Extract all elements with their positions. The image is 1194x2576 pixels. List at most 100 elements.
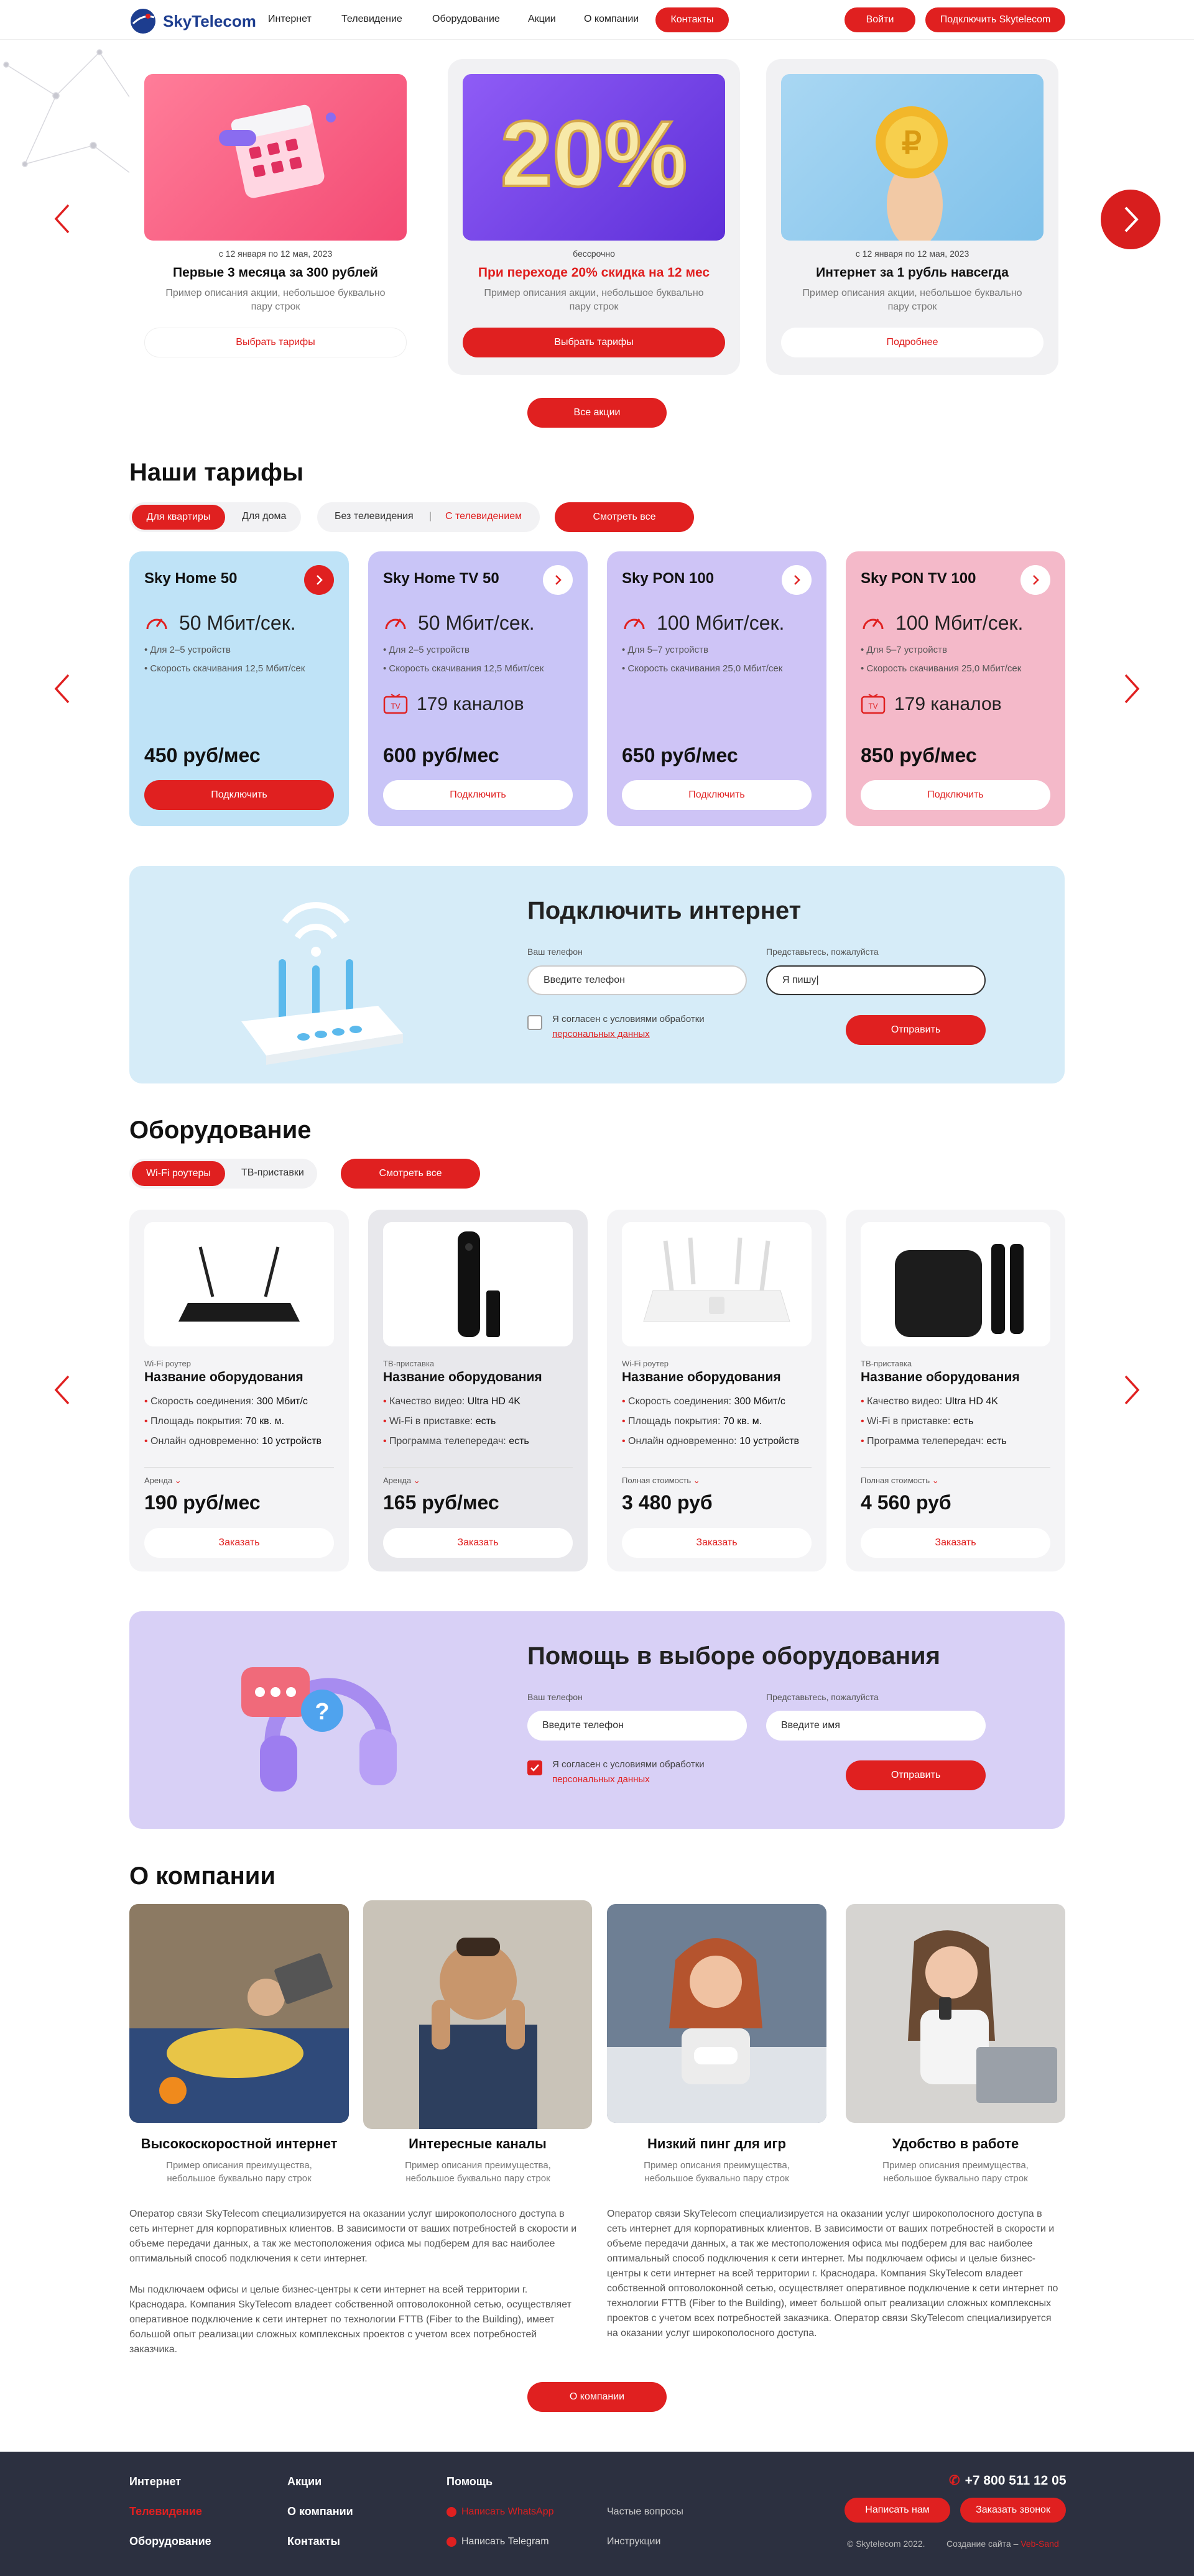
footer-link-promos[interactable]: Акции [287,2475,322,2488]
consent-link[interactable]: персональных данных [552,1774,650,1785]
footer-faq-link[interactable]: Частые вопросы [607,2506,683,2518]
company-card-title: Удобство в работе [892,2136,1019,2151]
logo[interactable]: SkyTelecom [129,7,256,35]
name-input[interactable]: Я пишу| [766,965,986,995]
price-type-dropdown[interactable]: Аренда ⌄ [144,1476,182,1486]
svg-text:TV: TV [391,702,400,711]
equipment-order-button[interactable]: Заказать [383,1528,573,1558]
tariffs-next-arrow[interactable] [1119,670,1144,707]
tariff-connect-button[interactable]: Подключить [383,780,573,810]
equipment-order-button[interactable]: Заказать [861,1528,1050,1558]
promo-prev-arrow[interactable] [50,200,75,237]
nav-internet[interactable]: Интернет [268,14,312,25]
tab-house[interactable]: Для дома [242,511,286,522]
tab-no-tv[interactable]: Без телевидения [335,511,414,522]
footer-link-equipment[interactable]: Оборудование [129,2535,211,2548]
company-card-title: Интересные каналы [409,2136,547,2151]
name-input[interactable]: Введите имя [766,1711,986,1741]
tariff-open-button[interactable] [304,565,334,595]
footer-link-about[interactable]: О компании [287,2505,353,2518]
login-button[interactable]: Войти [845,7,915,32]
tab-wifi-routers[interactable]: Wi-Fi роутеры [132,1161,225,1186]
equipment-image-router [144,1222,334,1346]
tab-with-tv[interactable]: С телевидением [445,511,522,522]
promo-details-button[interactable]: Подробнее [781,328,1044,357]
equipment-spec: • Качество видео: Ultra HD 4K [383,1396,521,1407]
equipment-name: Название оборудования [861,1370,1020,1384]
about-company-button[interactable]: О компании [527,2382,667,2412]
tariff-card: Sky Home TV 50 50 Мбит/сек. • Для 2–5 ус… [368,551,588,826]
promo-select-tariffs-button[interactable]: Выбрать тарифы [144,328,407,357]
footer-help-heading: Помощь [447,2475,493,2488]
price-type-dropdown[interactable]: Аренда ⌄ [383,1476,420,1486]
tariff-open-button[interactable] [782,565,812,595]
promo-next-button[interactable] [1101,190,1160,249]
svg-text:₽: ₽ [902,126,922,160]
connect-skytelecom-button[interactable]: Подключить Skytelecom [925,7,1065,32]
footer-call-button[interactable]: Заказать звонок [960,2498,1066,2523]
connect-submit-button[interactable]: Отправить [846,1015,986,1045]
consent-checkbox-checked[interactable] [527,1760,542,1775]
equipment-next-arrow[interactable] [1119,1371,1144,1409]
speedometer-icon [624,619,645,630]
tariff-price: 600 руб/мес [383,744,499,766]
equipment-title: Оборудование [129,1116,312,1144]
promo-image-discount: 20% [463,74,725,241]
tariff-open-button[interactable] [543,565,573,595]
equipment-prev-arrow[interactable] [50,1371,75,1409]
equipment-spec: • Wi-Fi в приставке: есть [861,1416,974,1427]
footer-write-button[interactable]: Написать нам [845,2498,950,2523]
tab-flat[interactable]: Для квартиры [132,505,225,530]
footer-instructions-link[interactable]: Инструкции [607,2536,660,2547]
price-type-dropdown[interactable]: Полная стоимость ⌄ [861,1476,939,1486]
nav-contacts-button[interactable]: Контакты [655,7,729,32]
company-card-title: Высокоскоростной интернет [141,2136,338,2151]
tariff-open-button[interactable] [1020,565,1050,595]
phone-input[interactable]: Введите телефон [527,1711,747,1741]
tariffs-prev-arrow[interactable] [50,670,75,707]
tariffs-see-all-button[interactable]: Смотреть все [555,502,694,532]
footer-phone[interactable]: ✆ +7 800 511 12 05 [949,2473,1067,2488]
nav-about[interactable]: О компании [584,14,639,25]
footer-whatsapp-link[interactable]: Написать WhatsApp [447,2506,554,2518]
chevron-right-icon [794,575,800,585]
phone-input[interactable]: Введите телефон [527,965,747,995]
tariff-channels: TV 179 каналов [861,693,1002,715]
logo-text: SkyTelecom [163,11,256,30]
footer-link-internet[interactable]: Интернет [129,2475,181,2488]
footer-dev-link[interactable]: Veb-Sand [1020,2539,1059,2549]
help-submit-button[interactable]: Отправить [846,1760,986,1790]
nav-tv[interactable]: Телевидение [341,14,402,25]
promo-select-tariffs-button[interactable]: Выбрать тарифы [463,328,725,357]
equipment-order-button[interactable]: Заказать [622,1528,812,1558]
company-photo-laptop-sofa [129,1904,349,2123]
nav-equipment[interactable]: Оборудование [432,14,500,25]
tariff-feature: • Скорость скачивания 25,0 Мбит/сек [861,663,1022,674]
equipment-order-button[interactable]: Заказать [144,1528,334,1558]
price-type-dropdown[interactable]: Полная стоимость ⌄ [622,1476,700,1486]
telegram-icon [447,2537,456,2547]
consent-checkbox[interactable] [527,1015,542,1030]
tv-icon: TV [383,694,408,714]
equipment-name: Название оборудования [144,1370,303,1384]
tariff-connect-button[interactable]: Подключить [144,780,334,810]
company-card-desc: Пример описания преимущества, небольшое … [882,2160,1029,2184]
promo-image-calendar [144,74,407,241]
tariff-feature: • Для 2–5 устройств [144,645,231,655]
tab-tv-boxes[interactable]: ТВ-приставки [241,1167,304,1179]
tariff-connect-button[interactable]: Подключить [622,780,812,810]
consent-link[interactable]: персональных данных [552,1029,650,1039]
nav-promos[interactable]: Акции [528,14,556,25]
chevron-down-icon: ⌄ [413,1476,420,1485]
equipment-see-all-button[interactable]: Смотреть все [341,1159,480,1189]
company-text-1: Оператор связи SkyTelecom специализирует… [129,2209,577,2264]
footer-link-tv[interactable]: Телевидение [129,2505,202,2518]
footer-telegram-link[interactable]: Написать Telegram [447,2536,549,2547]
check-icon [530,1764,539,1772]
company-photo-woman-laptop [846,1904,1065,2123]
all-promos-button[interactable]: Все акции [527,398,667,428]
equipment-spec: • Программа телепередач: есть [383,1436,529,1447]
footer-link-contacts[interactable]: Контакты [287,2535,340,2548]
tariff-connect-button[interactable]: Подключить [861,780,1050,810]
company-card-title: Низкий пинг для игр [647,2136,786,2151]
